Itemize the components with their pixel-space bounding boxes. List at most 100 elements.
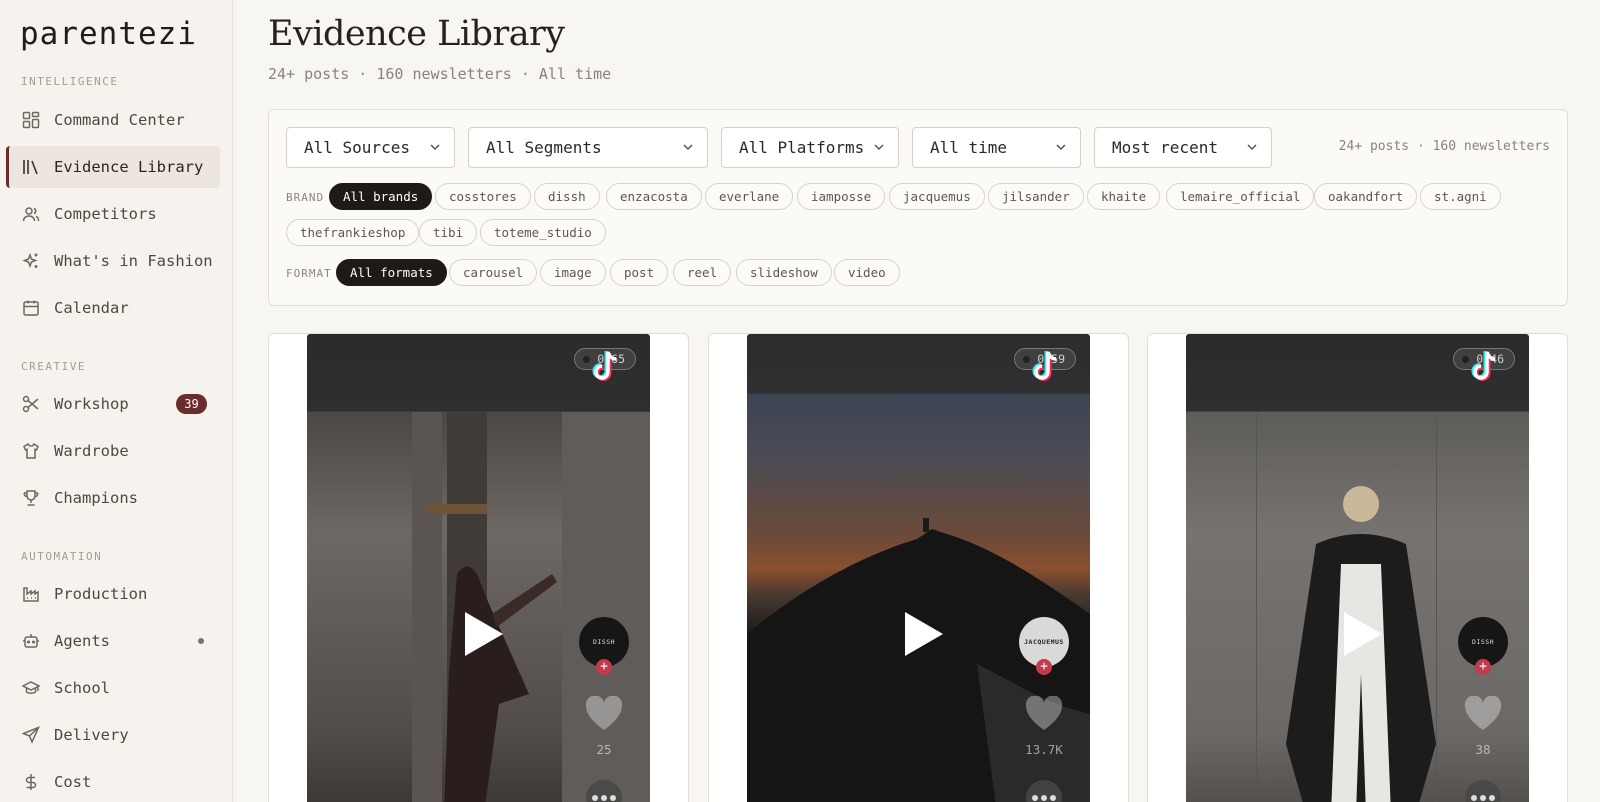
users-icon: [21, 204, 41, 224]
shirt-icon: [21, 441, 41, 461]
sidebar-item-label: Evidence Library: [54, 158, 204, 176]
format-chip[interactable]: carousel: [449, 259, 538, 286]
segments-select[interactable]: All Segments: [468, 127, 708, 168]
sidebar-item-agents[interactable]: Agents: [6, 620, 220, 662]
main-content: Evidence Library 24+ posts · 160 newslet…: [234, 0, 1600, 802]
format-chip[interactable]: image: [540, 259, 606, 286]
heart-icon[interactable]: [1025, 696, 1063, 732]
like-count: 25: [596, 742, 612, 757]
sidebar-item-workshop[interactable]: Workshop 39: [6, 383, 220, 425]
brand-filter-label: BRAND: [286, 191, 325, 204]
brand-chip[interactable]: iamposse: [797, 183, 886, 210]
time-select[interactable]: All time: [912, 127, 1081, 168]
sidebar-item-delivery[interactable]: Delivery: [6, 714, 220, 756]
account-name: DISSH: [592, 638, 616, 646]
sidebar-item-command-center[interactable]: Command Center: [6, 99, 220, 141]
sidebar-item-school[interactable]: School: [6, 667, 220, 709]
brand-chip[interactable]: jilsander: [988, 183, 1084, 210]
sidebar-item-label: Agents: [54, 632, 110, 650]
sidebar-item-competitors[interactable]: Competitors: [6, 193, 220, 235]
format-filter-label: FORMAT: [286, 267, 332, 280]
sidebar-item-evidence-library[interactable]: Evidence Library: [6, 146, 220, 188]
account-name: DISSH: [1471, 638, 1495, 646]
section-label-automation: AUTOMATION: [21, 550, 103, 563]
follow-plus-icon[interactable]: +: [1475, 659, 1491, 675]
graduation-cap-icon: [21, 678, 41, 698]
evidence-card[interactable]: 0.46 DISSH + 38: [1147, 333, 1568, 802]
section-label-creative: CREATIVE: [21, 360, 86, 373]
sidebar-item-label: Cost: [54, 773, 92, 791]
workshop-count-badge: 39: [176, 394, 207, 414]
chevron-down-icon: [874, 144, 884, 151]
like-count: 13.7K: [1025, 742, 1063, 757]
brand-chip[interactable]: lemaire_official: [1166, 183, 1315, 210]
chevron-down-icon: [430, 144, 440, 151]
sidebar-item-calendar[interactable]: Calendar: [6, 287, 220, 329]
segments-select-value: All Segments: [486, 138, 602, 157]
trophy-icon: [21, 488, 41, 508]
heart-icon[interactable]: [585, 696, 623, 732]
sidebar-item-label: Workshop: [54, 395, 129, 413]
play-icon[interactable]: [889, 604, 949, 664]
video-thumbnail[interactable]: 0.59 JACQUEMUS + 13.7K: [747, 334, 1090, 802]
brand-chip[interactable]: enzacosta: [606, 183, 702, 210]
follow-plus-icon[interactable]: +: [1036, 659, 1052, 675]
brand-chip[interactable]: tibi: [419, 219, 478, 246]
page-title: Evidence Library: [268, 14, 565, 54]
sort-select[interactable]: Most recent: [1094, 127, 1272, 168]
play-icon[interactable]: [449, 604, 509, 664]
evidence-card[interactable]: 0.65 DISSH + 25: [268, 333, 689, 802]
dollar-icon: [21, 772, 41, 792]
sidebar-item-label: What's in Fashion: [54, 252, 213, 270]
video-thumbnail[interactable]: 0.65 DISSH + 25: [307, 334, 650, 802]
sidebar-item-whats-in-fashion[interactable]: What's in Fashion: [6, 240, 220, 282]
format-chip[interactable]: slideshow: [736, 259, 832, 286]
sources-select-value: All Sources: [304, 138, 410, 157]
chevron-down-icon: [683, 144, 693, 151]
brand-chip[interactable]: everlane: [705, 183, 794, 210]
bot-icon: [21, 631, 41, 651]
heart-icon[interactable]: [1464, 696, 1502, 732]
sidebar-item-production[interactable]: Production: [6, 573, 220, 615]
filter-panel: All Sources All Segments All Platforms A…: [268, 109, 1568, 306]
brand-chip[interactable]: khaite: [1087, 183, 1161, 210]
result-counts: 24+ posts · 160 newsletters: [1338, 139, 1550, 154]
section-label-intelligence: INTELLIGENCE: [21, 75, 119, 88]
sidebar: parentezi INTELLIGENCE Command Center Ev…: [0, 0, 233, 802]
brand-chip[interactable]: thefrankieshop: [286, 219, 420, 246]
grid-icon: [21, 110, 41, 130]
platforms-select[interactable]: All Platforms: [721, 127, 899, 168]
sidebar-item-champions[interactable]: Champions: [6, 477, 220, 519]
format-chip[interactable]: reel: [673, 259, 732, 286]
follow-plus-icon[interactable]: +: [596, 659, 612, 675]
like-count: 38: [1475, 742, 1491, 757]
sidebar-item-label: Competitors: [54, 205, 157, 223]
brand-chip[interactable]: toteme_studio: [480, 219, 606, 246]
sidebar-item-label: Production: [54, 585, 148, 603]
brand-chip[interactable]: cosstores: [435, 183, 531, 210]
sidebar-item-wardrobe[interactable]: Wardrobe: [6, 430, 220, 472]
format-chip[interactable]: All formats: [336, 259, 447, 286]
brand-chip[interactable]: oakandfort: [1314, 183, 1418, 210]
brand-chip[interactable]: jacquemus: [889, 183, 985, 210]
page-subtitle: 24+ posts · 160 newsletters · All time: [268, 65, 612, 83]
sidebar-item-label: Command Center: [54, 111, 185, 129]
sidebar-item-label: Calendar: [54, 299, 129, 317]
brand-chip[interactable]: All brands: [329, 183, 433, 210]
sources-select[interactable]: All Sources: [286, 127, 455, 168]
format-chip[interactable]: video: [834, 259, 900, 286]
tiktok-icon: [1471, 351, 1496, 381]
brand-chip[interactable]: dissh: [534, 183, 600, 210]
play-icon[interactable]: [1328, 604, 1388, 664]
sidebar-item-label: Delivery: [54, 726, 129, 744]
video-thumbnail[interactable]: 0.46 DISSH + 38: [1186, 334, 1529, 802]
agents-status-dot: [198, 638, 204, 644]
app-logo[interactable]: parentezi: [20, 16, 197, 52]
brand-chip[interactable]: st.agni: [1420, 183, 1501, 210]
evidence-card[interactable]: 0.59 JACQUEMUS + 13.7K: [708, 333, 1129, 802]
format-chip[interactable]: post: [610, 259, 669, 286]
sidebar-item-cost[interactable]: Cost: [6, 761, 220, 802]
chevron-down-icon: [1056, 144, 1066, 151]
sparkles-icon: [21, 251, 41, 271]
tiktok-icon: [1032, 351, 1057, 381]
